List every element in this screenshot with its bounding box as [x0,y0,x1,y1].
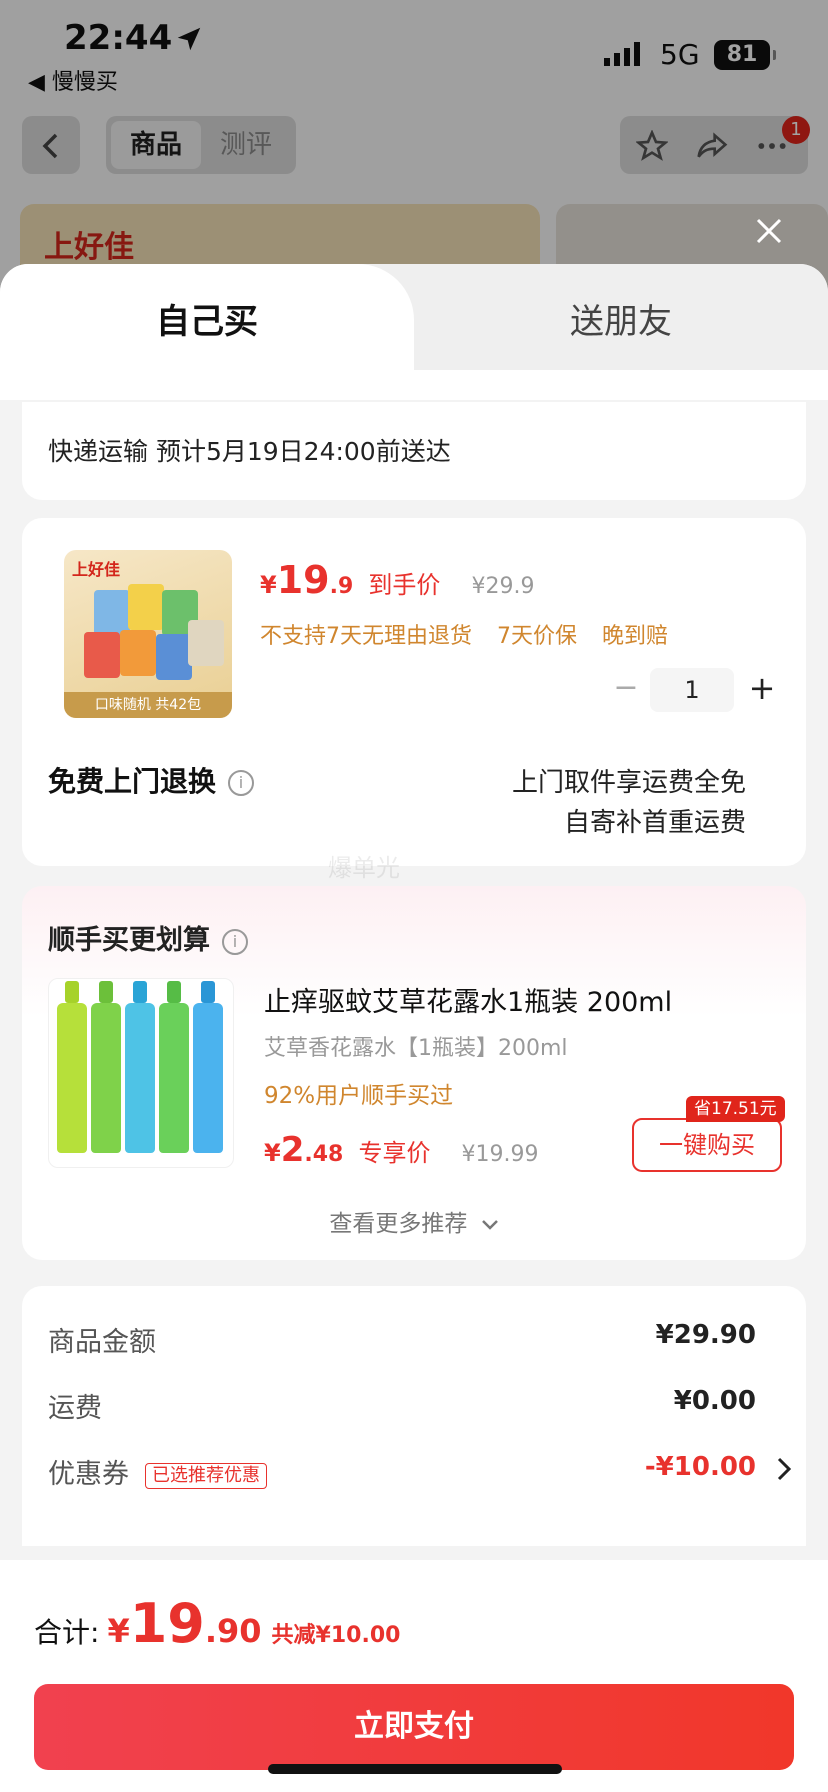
shipping-value: ¥0.00 [673,1386,756,1416]
upsell-card: 顺手买更划算 i 止痒驱蚊艾草花露水1瓶装 200ml 艾草香花露水【1瓶装】20… [22,886,806,1260]
upsell-spec: 艾草香花露水【1瓶装】200ml [264,1036,568,1061]
checkout-footer: 合计: ¥19.90 共减¥10.00 立即支付 [0,1560,828,1792]
increase-button[interactable]: + [744,668,780,712]
quantity-value[interactable]: 1 [650,668,734,712]
free-return-label: 免费上门退换 [48,765,217,798]
price-decimal: .9 [329,574,354,599]
background-app: 22:44 ◀ 慢慢买 5G 81 商品 测评 1 上好佳 [0,0,828,324]
coupon-label-group: 优惠券 已选推荐优惠 [48,1452,267,1491]
decrease-button[interactable]: − [608,668,644,712]
total-discount: 共减¥10.00 [271,1623,401,1648]
upsell-price-currency: ¥ [264,1139,281,1167]
delivery-card: 快递运输 预计5月19日24:00前送达 [22,402,806,500]
upsell-title: 顺手买更划算 i [48,918,248,957]
overlay-dim[interactable] [0,0,828,300]
coupon-tag: 已选推荐优惠 [145,1462,267,1489]
total-price: 合计: ¥19.90 共减¥10.00 [34,1592,400,1655]
thumb-brand: 上好佳 [72,560,121,579]
tab-buy-self-label: 自己买 [156,302,258,342]
return-detail-1: 上门取件享运费全免 [511,768,746,798]
purchase-tabs: 送朋友 自己买 [0,264,828,400]
one-click-buy-button[interactable]: 一键购买 [632,1118,782,1172]
price-currency: ¥ [260,571,277,599]
coupon-value: -¥10.00 [644,1452,756,1482]
info-icon[interactable]: i [228,770,255,796]
product-thumbnail[interactable]: 上好佳 口味随机 共42包 [64,550,232,718]
free-return-title: 免费上门退换 i [48,760,255,800]
upsell-original-price: ¥19.99 [461,1142,539,1167]
policy-list: 不支持7天无理由退货 7天价保 晚到赔 [260,618,686,650]
price-tag: 到手价 [368,571,441,599]
policy-item: 7天价保 [497,624,577,649]
summary-row-goods: 商品金额 ¥29.90 [48,1320,756,1360]
policy-item: 晚到赔 [602,624,669,649]
close-icon[interactable] [754,216,784,246]
pay-now-button[interactable]: 立即支付 [34,1684,794,1770]
policy-item: 不支持7天无理由退货 [260,624,472,649]
tab-send-friend-label: 送朋友 [570,302,672,342]
tab-buy-self[interactable]: 自己买 [0,264,414,400]
total-currency: ¥ [107,1612,130,1650]
upsell-thumbnail[interactable] [48,978,234,1168]
delivery-estimate: 快递运输 预计5月19日24:00前送达 [48,437,451,466]
return-detail-2: 自寄补首重运费 [563,808,746,838]
save-badge: 省17.51元 [686,1096,785,1122]
upsell-price: ¥2.48 专享价 ¥19.99 [264,1130,539,1170]
goods-amount-value: ¥29.90 [655,1320,756,1350]
chevron-down-icon [481,1220,498,1230]
goods-amount-label: 商品金额 [48,1327,156,1358]
home-indicator[interactable] [268,1764,562,1774]
checkout-sheet: 送朋友 自己买 快递运输 预计5月19日24:00前送达 上好佳 口味随机 共4… [0,264,828,1792]
upsell-price-tag: 专享价 [358,1139,431,1167]
thumb-caption: 口味随机 共42包 [64,692,232,718]
watermark: 爆单光 [328,854,400,882]
price-integer: 19 [276,558,330,602]
total-decimal: .90 [204,1612,262,1650]
tab-send-friend[interactable]: 送朋友 [414,264,828,370]
summary-row-coupon[interactable]: 优惠券 已选推荐优惠 -¥10.00 [48,1452,792,1492]
upsell-title-label: 顺手买更划算 [48,925,210,956]
product-price: ¥19.9 到手价 ¥29.9 [260,558,534,602]
summary-row-shipping: 运费 ¥0.00 [48,1386,756,1426]
info-icon[interactable]: i [222,928,248,955]
more-recommendations-link[interactable]: 查看更多推荐 [22,1204,806,1238]
more-recommendations-label: 查看更多推荐 [329,1211,468,1237]
total-label: 合计: [34,1616,100,1649]
tab-underlay [414,370,828,400]
total-integer: 19 [129,1592,205,1655]
upsell-price-integer: 2 [280,1130,305,1170]
chevron-right-icon[interactable] [774,1454,794,1484]
price-summary: 商品金额 ¥29.90 运费 ¥0.00 优惠券 已选推荐优惠 -¥10.00 [22,1286,806,1546]
original-price: ¥29.9 [471,574,535,599]
shipping-label: 运费 [48,1393,102,1424]
coupon-label: 优惠券 [48,1459,129,1490]
upsell-name[interactable]: 止痒驱蚊艾草花露水1瓶装 200ml [264,980,672,1019]
product-card: 上好佳 口味随机 共42包 ¥19.9 到手价 ¥29.9 不支持7天无理由退货… [22,518,806,866]
upsell-price-decimal: .48 [304,1142,344,1167]
upsell-rate: 92%用户顺手买过 [264,1083,454,1109]
